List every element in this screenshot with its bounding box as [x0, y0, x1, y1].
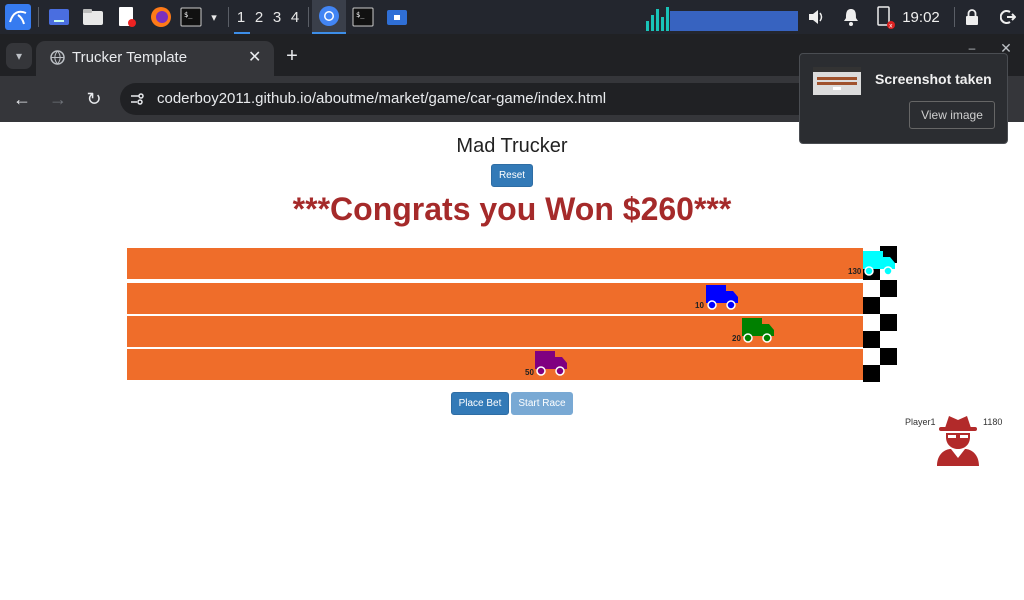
truck-2-icon: [706, 285, 738, 310]
kali-menu-icon[interactable]: [4, 0, 32, 34]
workspace-2[interactable]: 2: [250, 0, 268, 34]
site-info-icon[interactable]: [128, 90, 146, 112]
workspace-4[interactable]: 4: [286, 0, 304, 34]
screenshot-window-icon[interactable]: [384, 0, 410, 34]
tab-trucker-template[interactable]: Trucker Template ✕: [36, 41, 274, 76]
globe-icon: [50, 50, 65, 69]
lane-1: [127, 248, 863, 279]
url-text: coderboy2011.github.io/aboutme/market/ga…: [157, 90, 607, 107]
place-bet-button[interactable]: Place Bet: [451, 392, 509, 415]
lock-icon[interactable]: [962, 0, 982, 34]
workspace-3[interactable]: 3: [268, 0, 286, 34]
screenshot-thumbnail[interactable]: [813, 67, 861, 95]
notification-bell-icon[interactable]: [842, 0, 860, 34]
svg-text:$_: $_: [356, 11, 365, 19]
tab-search-chevron-icon[interactable]: ▾: [6, 43, 32, 69]
start-race-button[interactable]: Start Race: [511, 392, 573, 415]
volume-icon[interactable]: [806, 0, 826, 34]
text-editor-icon[interactable]: [114, 0, 140, 34]
lane-2-bet: 10: [695, 301, 704, 310]
view-image-button[interactable]: View image: [909, 101, 995, 129]
truck-1-icon: [863, 251, 895, 276]
lane-2: [127, 283, 863, 314]
cpu-graph-icon: [644, 0, 798, 34]
reset-button[interactable]: Reset: [491, 164, 533, 187]
lane-1-bet: 130: [848, 267, 862, 276]
lane-3-bet: 20: [732, 334, 741, 343]
new-tab-plus-icon[interactable]: +: [280, 44, 304, 68]
firefox-icon[interactable]: [148, 0, 174, 34]
notification-title: Screenshot taken: [875, 71, 992, 87]
clock[interactable]: 19:02: [900, 0, 942, 34]
show-desktop-icon[interactable]: [46, 0, 72, 34]
win-message: ***Congrats you Won $260***: [292, 191, 732, 227]
truck-4-icon: [535, 351, 567, 376]
logout-icon[interactable]: [997, 0, 1019, 34]
chrome-window-button[interactable]: [312, 0, 346, 34]
player-name: Player1: [905, 417, 936, 427]
player-money: 1180: [983, 417, 1003, 427]
terminal-window-icon[interactable]: $_: [350, 0, 376, 34]
os-taskbar: $_ ▾ 1 2 3 4 $_ x 19:02: [0, 0, 1024, 34]
race-track: 130 10 20 50: [127, 246, 897, 382]
battery-icon[interactable]: x: [874, 0, 896, 34]
svg-text:x: x: [889, 23, 893, 30]
reload-icon[interactable]: ↻: [82, 87, 106, 111]
svg-text:$_: $_: [184, 11, 193, 19]
forward-arrow-icon[interactable]: →: [46, 87, 70, 111]
truck-3-icon: [742, 318, 774, 343]
lane-4-bet: 50: [525, 368, 534, 377]
web-page: Mad Trucker Reset ***Congrats you Won $2…: [0, 122, 1024, 600]
spy-avatar-icon: [937, 416, 979, 466]
close-tab-icon[interactable]: ✕: [248, 47, 261, 67]
back-arrow-icon[interactable]: ←: [10, 87, 34, 111]
terminal-icon[interactable]: $_: [178, 0, 204, 34]
chevron-down-icon[interactable]: ▾: [206, 0, 222, 34]
lane-4: [127, 349, 863, 380]
file-manager-icon[interactable]: [80, 0, 106, 34]
tab-title: Trucker Template: [72, 49, 188, 66]
screenshot-notification: Screenshot taken View image: [799, 53, 1008, 144]
workspace-1[interactable]: 1: [232, 0, 250, 34]
